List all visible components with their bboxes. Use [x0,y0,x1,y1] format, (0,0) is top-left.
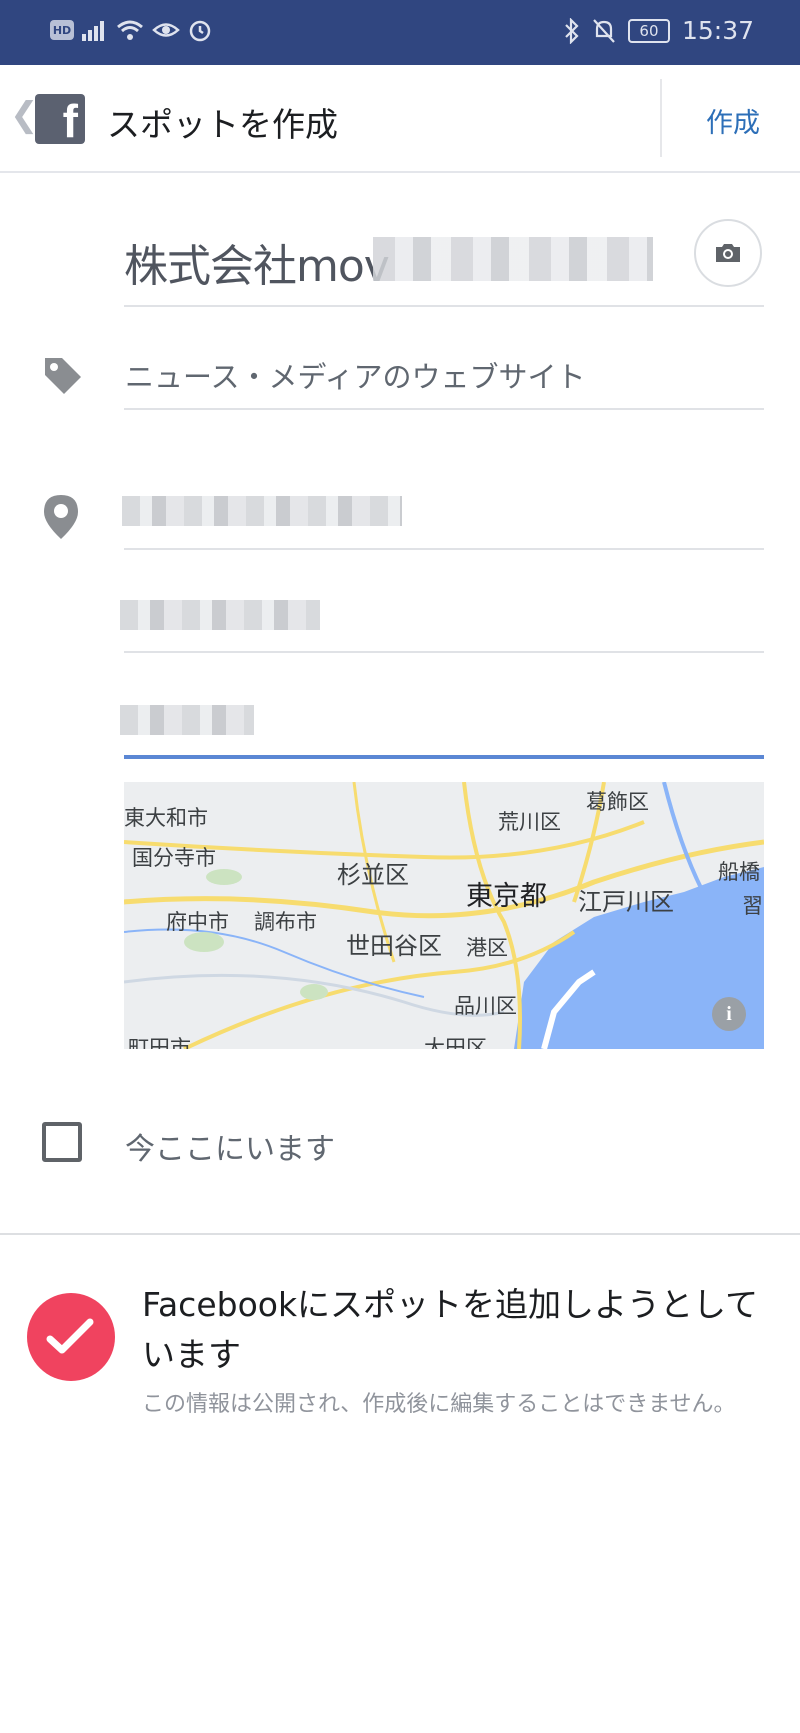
city-input[interactable] [120,600,320,630]
city-underline [124,651,764,653]
battery-indicator: 60 [627,18,670,43]
map-label: 大田区 [424,1036,487,1049]
location-pin-icon [44,495,78,539]
facebook-logo-icon: f [35,94,85,144]
hd-badge: HD [50,20,74,40]
create-button[interactable]: 作成 [706,101,760,140]
map-label: 国分寺市 [132,846,216,870]
category-underline [124,408,764,410]
page-title: スポットを作成 [107,105,338,144]
map-label: 杉並区 [337,861,409,889]
map-label: 府中市 [166,910,229,934]
name-underline [124,305,764,307]
notice-badge [27,1293,115,1381]
map-label: 江戸川区 [578,888,674,916]
map-label: 船橋 [718,860,760,884]
map-label: 東大和市 [124,806,208,830]
map-label: 荒川区 [498,810,561,834]
category-input[interactable]: ニュース・メディアのウェブサイト [125,354,586,396]
street-address-input[interactable] [122,496,402,526]
app-bar: ❮ f スポットを作成 作成 [0,65,800,173]
map-label: 品川区 [454,994,517,1018]
add-photo-button[interactable] [694,219,762,287]
map-info-button[interactable]: i [712,997,746,1031]
tag-icon [45,358,81,394]
map-label: 東京都 [466,881,547,912]
notice-title: Facebookにスポットを追加しようとしています [142,1285,759,1374]
status-bar: HD 60 15:37 [0,0,800,65]
redacted-name-text [373,237,653,281]
map-label: 世田谷区 [346,932,442,960]
spot-name-input[interactable]: 株式会社mov [124,230,390,294]
status-left-icons: HD [50,18,212,42]
signal-icon [82,21,104,41]
checkmark-pencil-icon [46,1318,94,1354]
eye-icon [152,23,180,37]
location-map[interactable]: 東大和市 国分寺市 府中市 調布市 杉並区 世田谷区 荒川区 葛飾区 東京都 江… [124,782,764,1049]
postal-code-underline-active [124,755,764,759]
map-label: 葛飾区 [586,790,649,814]
map-label: 港区 [466,936,508,960]
wifi-icon [117,20,143,40]
section-divider [0,1233,800,1235]
postal-code-input[interactable] [120,705,254,735]
mute-bell-icon [593,18,615,43]
street-underline [124,548,764,550]
notice-subtitle: この情報は公開され、作成後に編集することはできません。 [142,1392,736,1417]
here-now-checkbox[interactable] [42,1122,82,1162]
here-now-label: 今ここにいます [125,1132,335,1167]
map-label: 調布市 [254,910,317,934]
camera-icon [716,244,740,262]
map-label: 習 [742,894,763,918]
status-time: 15:37 [681,16,754,45]
bluetooth-icon [565,17,579,44]
map-label: 町田市 [128,1036,191,1049]
app-bar-divider [660,79,662,157]
status-right-icons: 60 15:37 [564,16,754,45]
alarm-icon [189,20,211,42]
